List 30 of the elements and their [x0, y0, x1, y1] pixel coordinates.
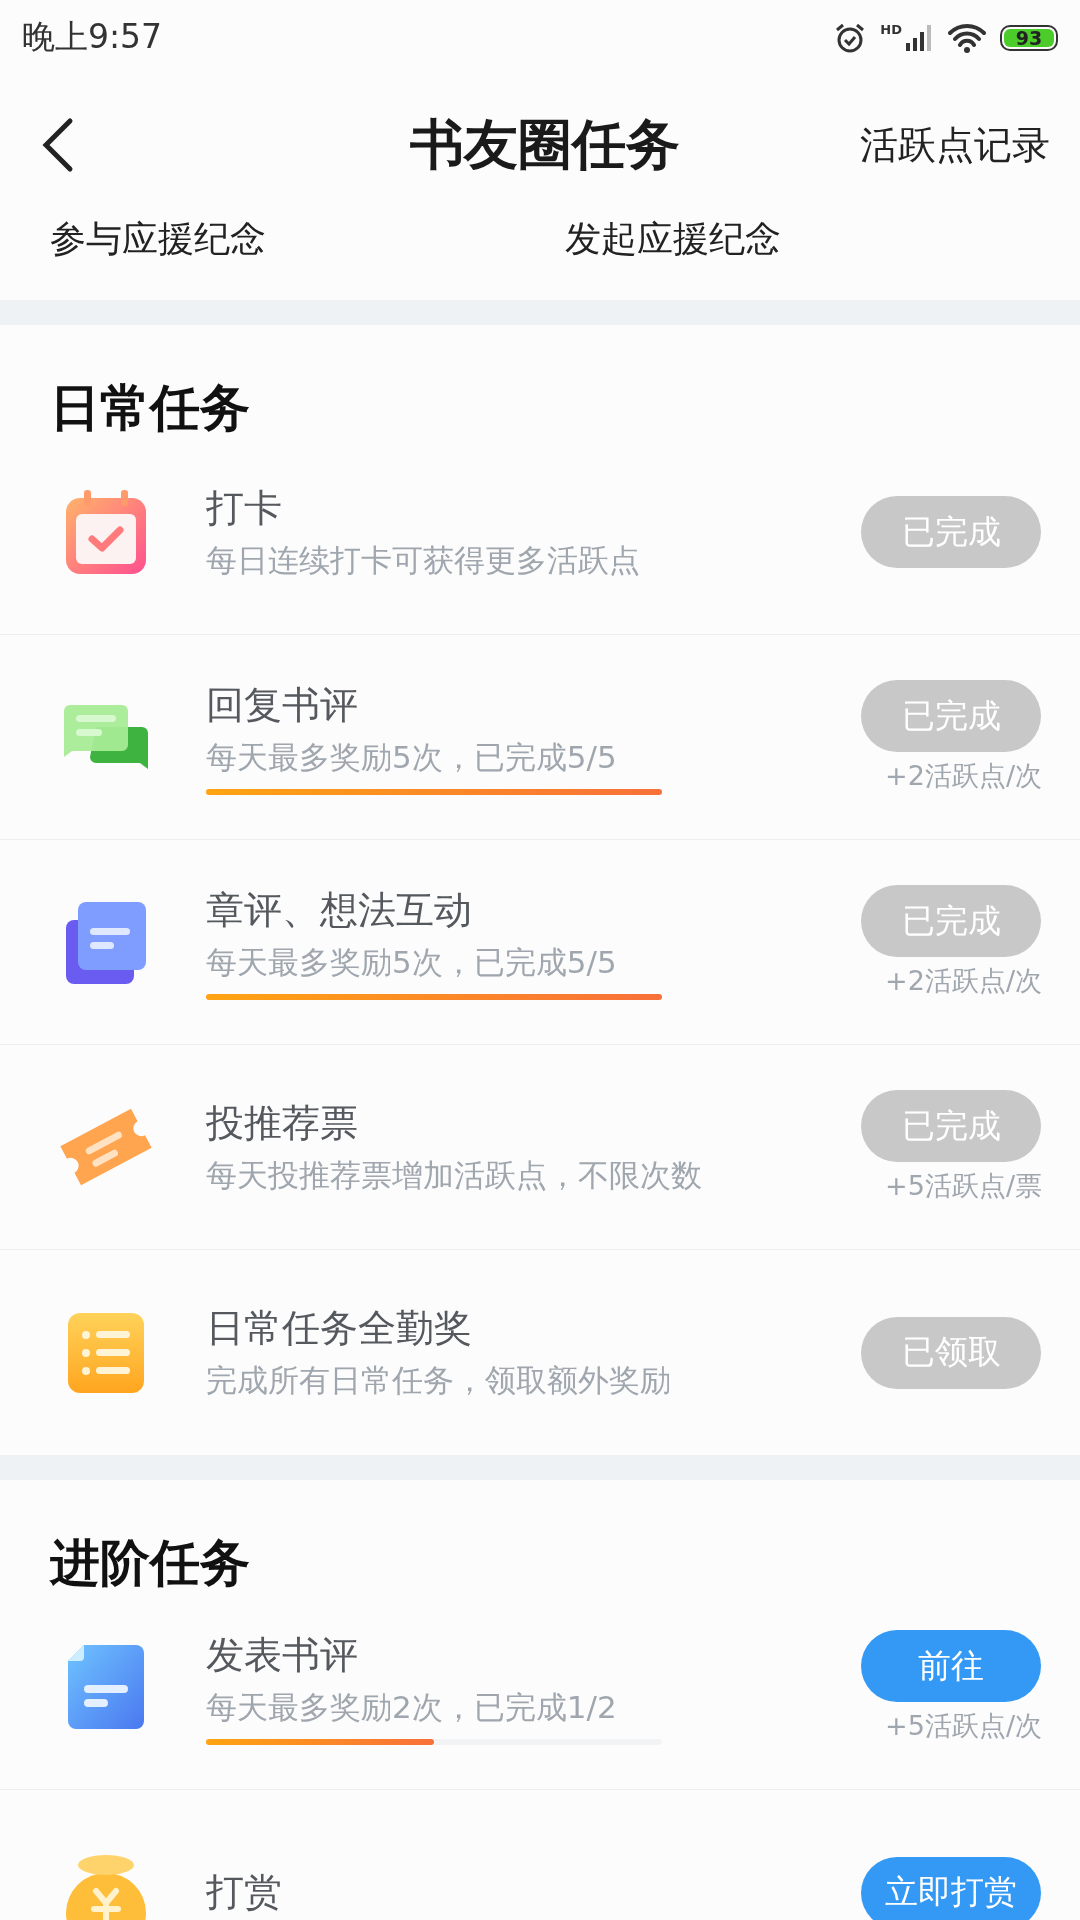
tab[interactable]: 发起应援纪念 — [565, 215, 1080, 264]
task-description: 完成所有日常任务，领取额外奖励 — [206, 1361, 672, 1400]
wifi-icon — [948, 22, 986, 53]
task-title: 投推荐票 — [206, 1099, 359, 1147]
signal-icon — [904, 22, 934, 53]
back-icon[interactable] — [40, 117, 74, 173]
tab[interactable]: 参与应援纪念 — [50, 215, 565, 264]
task-description: 每天最多奖励5次，已完成5/5 — [206, 737, 618, 777]
task-title: 打赏 — [206, 1869, 283, 1916]
task-title: 回复书评 — [206, 681, 359, 729]
task-title: 日常任务全勤奖 — [206, 1305, 473, 1352]
task-button[interactable]: 前往 — [861, 1630, 1041, 1702]
task-title: 章评、想法互动 — [206, 886, 473, 934]
network-label: HD — [880, 22, 902, 36]
task-title: 打卡 — [206, 484, 283, 532]
page-title: 书友圈任务 — [410, 113, 680, 177]
task-button[interactable]: 立即打赏 — [861, 1856, 1041, 1920]
reward-text: +2活跃点/次 — [885, 759, 1042, 793]
task-description: 每天最多奖励2次，已完成1/2 — [206, 1687, 618, 1727]
alarm-icon — [834, 21, 867, 54]
reward-text: +5活跃点/票 — [885, 1169, 1042, 1203]
task-description: 每天投推荐票增加活跃点，不限次数 — [206, 1155, 703, 1195]
status-time: 晚上9:57 — [22, 16, 163, 58]
task-description: 每天最多奖励5次，已完成5/5 — [206, 942, 618, 982]
task-title: 发表书评 — [206, 1631, 359, 1679]
reward-text: +5活跃点/次 — [885, 1709, 1042, 1743]
reward-text: +2活跃点/次 — [885, 964, 1042, 998]
task-description: 每日连续打卡可获得更多活跃点 — [206, 540, 641, 580]
activity-record-link[interactable]: 活跃点记录 — [860, 119, 1050, 171]
battery-icon: 93 — [1000, 24, 1058, 51]
